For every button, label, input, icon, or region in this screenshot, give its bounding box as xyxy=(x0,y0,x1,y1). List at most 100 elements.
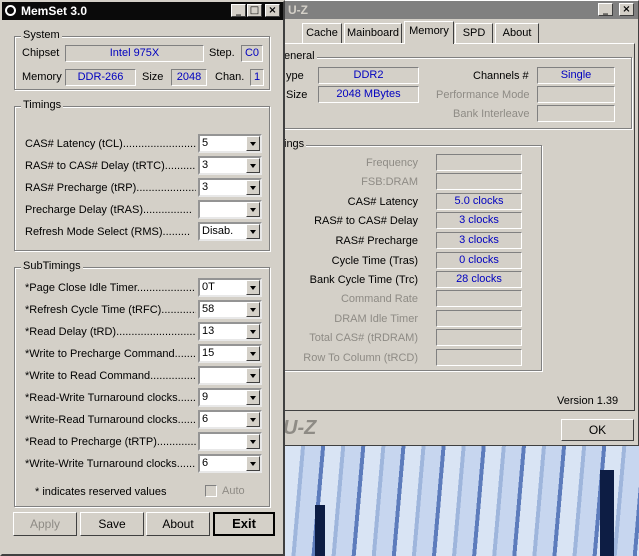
chevron-down-icon[interactable] xyxy=(246,224,260,239)
timing-label: RAS# to CAS# Delay xyxy=(314,215,418,227)
cpuz-titlebar[interactable]: U-Z _ × xyxy=(271,1,638,19)
chevron-down-icon[interactable] xyxy=(246,390,260,405)
memory-label: Memory xyxy=(22,71,62,83)
group-label: SubTimings xyxy=(21,260,83,272)
tab-mainboard[interactable]: Mainboard xyxy=(344,23,402,43)
close-icon[interactable]: × xyxy=(265,4,280,17)
tab-cache[interactable]: Cache xyxy=(302,23,342,43)
timing-label: Frequency xyxy=(366,157,418,169)
memset-titlebar[interactable]: MemSet 3.0 _ □ × xyxy=(2,2,283,20)
group-label: System xyxy=(21,29,62,41)
timing-value: 3 clocks xyxy=(436,232,522,249)
combo-value: 3 xyxy=(202,159,209,171)
maximize-icon[interactable]: □ xyxy=(247,4,262,17)
chevron-down-icon[interactable] xyxy=(246,136,260,151)
timing-label: Row To Column (tRCD) xyxy=(303,352,418,364)
timing-label: Total CAS# (tRDRAM) xyxy=(309,332,418,344)
subtiming-label: *Page Close Idle Timer..................… xyxy=(25,282,196,294)
chevron-down-icon[interactable] xyxy=(246,346,260,361)
chevron-down-icon[interactable] xyxy=(246,368,260,383)
subtiming-label: *Read to Precharge (tRTP)............... xyxy=(25,436,196,448)
bank-interleave-label: Bank Interleave xyxy=(453,108,530,120)
auto-label: Auto xyxy=(222,485,245,497)
about-button[interactable]: About xyxy=(146,512,210,536)
precharge-delay-combo[interactable] xyxy=(198,200,262,219)
close-icon[interactable]: × xyxy=(619,3,634,16)
combo-value: 58 xyxy=(202,303,215,315)
timing-label: Cycle Time (Tras) xyxy=(331,255,418,267)
page-close-idle-combo[interactable]: 0T xyxy=(198,278,262,297)
write-write-turnaround-combo[interactable]: 6 xyxy=(198,454,262,473)
read-write-turnaround-combo[interactable]: 9 xyxy=(198,388,262,407)
chevron-down-icon[interactable] xyxy=(246,412,260,427)
timing-value xyxy=(436,329,522,346)
timing-label: RAS# Precharge xyxy=(335,235,418,247)
combo-value: Disab. xyxy=(202,225,234,237)
size-value: 2048 xyxy=(171,69,207,86)
read-to-precharge-combo[interactable] xyxy=(198,432,262,451)
read-delay-combo[interactable]: 13 xyxy=(198,322,262,341)
chan-label: Chan. xyxy=(215,71,245,83)
size-value: 2048 MBytes xyxy=(318,86,419,103)
combo-value: 13 xyxy=(202,325,215,337)
subtiming-label: *Read-Write Turnaround clocks....... xyxy=(25,392,196,404)
tab-about[interactable]: About xyxy=(495,23,539,43)
exit-button[interactable]: Exit xyxy=(213,512,275,536)
timing-label: Precharge Delay (tRAS)................ xyxy=(25,204,192,216)
timing-value: 28 clocks xyxy=(436,271,522,288)
refresh-mode-combo[interactable]: Disab. xyxy=(198,222,262,241)
ras-to-cas-combo[interactable]: 3 xyxy=(198,156,262,175)
write-to-precharge-combo[interactable]: 15 xyxy=(198,344,262,363)
combo-value: 9 xyxy=(202,391,209,403)
chevron-down-icon[interactable] xyxy=(246,180,260,195)
timing-value: 0 clocks xyxy=(436,252,522,269)
timing-label: CAS# Latency xyxy=(347,196,418,208)
reserved-note: * indicates reserved values xyxy=(35,486,167,498)
pier-post xyxy=(600,470,614,556)
combo-value: 5 xyxy=(202,137,209,149)
timing-label: Refresh Mode Select (RMS)......... xyxy=(25,226,191,238)
chevron-down-icon[interactable] xyxy=(246,158,260,173)
window-title: MemSet 3.0 xyxy=(21,4,88,18)
auto-checkbox[interactable] xyxy=(205,485,217,497)
chevron-down-icon[interactable] xyxy=(246,302,260,317)
chan-value: 1 xyxy=(250,69,264,86)
app-icon xyxy=(5,5,16,16)
cas-latency-combo[interactable]: 5 xyxy=(198,134,262,153)
subtiming-label: *Write to Precharge Command......... xyxy=(25,348,196,360)
timing-value: 5.0 clocks xyxy=(436,193,522,210)
tab-memory[interactable]: Memory xyxy=(404,21,454,44)
timing-label: CAS# Latency (tCL)......................… xyxy=(25,138,196,150)
refresh-cycle-combo[interactable]: 58 xyxy=(198,300,262,319)
write-to-read-combo[interactable] xyxy=(198,366,262,385)
chevron-down-icon[interactable] xyxy=(246,280,260,295)
chevron-down-icon[interactable] xyxy=(246,434,260,449)
minimize-icon[interactable]: _ xyxy=(598,3,613,16)
subtiming-label: *Write-Read Turnaround clocks....... xyxy=(25,414,196,426)
tab-spd[interactable]: SPD xyxy=(455,23,493,43)
group-label: Timings xyxy=(21,99,64,111)
timing-value xyxy=(436,154,522,171)
version-label: Version 1.39 xyxy=(557,395,619,407)
timing-value xyxy=(436,173,522,190)
memset-window: MemSet 3.0 _ □ × System Chipset Intel 97… xyxy=(0,0,285,556)
performance-mode-label: Performance Mode xyxy=(436,89,530,101)
chevron-down-icon[interactable] xyxy=(246,202,260,217)
combo-value: 0T xyxy=(202,281,215,293)
chevron-down-icon[interactable] xyxy=(246,324,260,339)
chevron-down-icon[interactable] xyxy=(246,456,260,471)
window-title: U-Z xyxy=(288,3,308,17)
ok-button[interactable]: OK xyxy=(561,419,634,441)
subtiming-label: *Read Delay (tRD).......................… xyxy=(25,326,196,338)
ras-precharge-combo[interactable]: 3 xyxy=(198,178,262,197)
write-read-turnaround-combo[interactable]: 6 xyxy=(198,410,262,429)
type-label: ype xyxy=(286,70,304,82)
combo-value: 6 xyxy=(202,413,209,425)
timing-label: RAS# Precharge (tRP).................... xyxy=(25,182,196,194)
timing-value xyxy=(436,310,522,327)
minimize-icon[interactable]: _ xyxy=(231,4,246,17)
type-value: DDR2 xyxy=(318,67,419,84)
save-button[interactable]: Save xyxy=(80,512,144,536)
channels-value: Single xyxy=(537,67,615,84)
apply-button[interactable]: Apply xyxy=(13,512,77,536)
